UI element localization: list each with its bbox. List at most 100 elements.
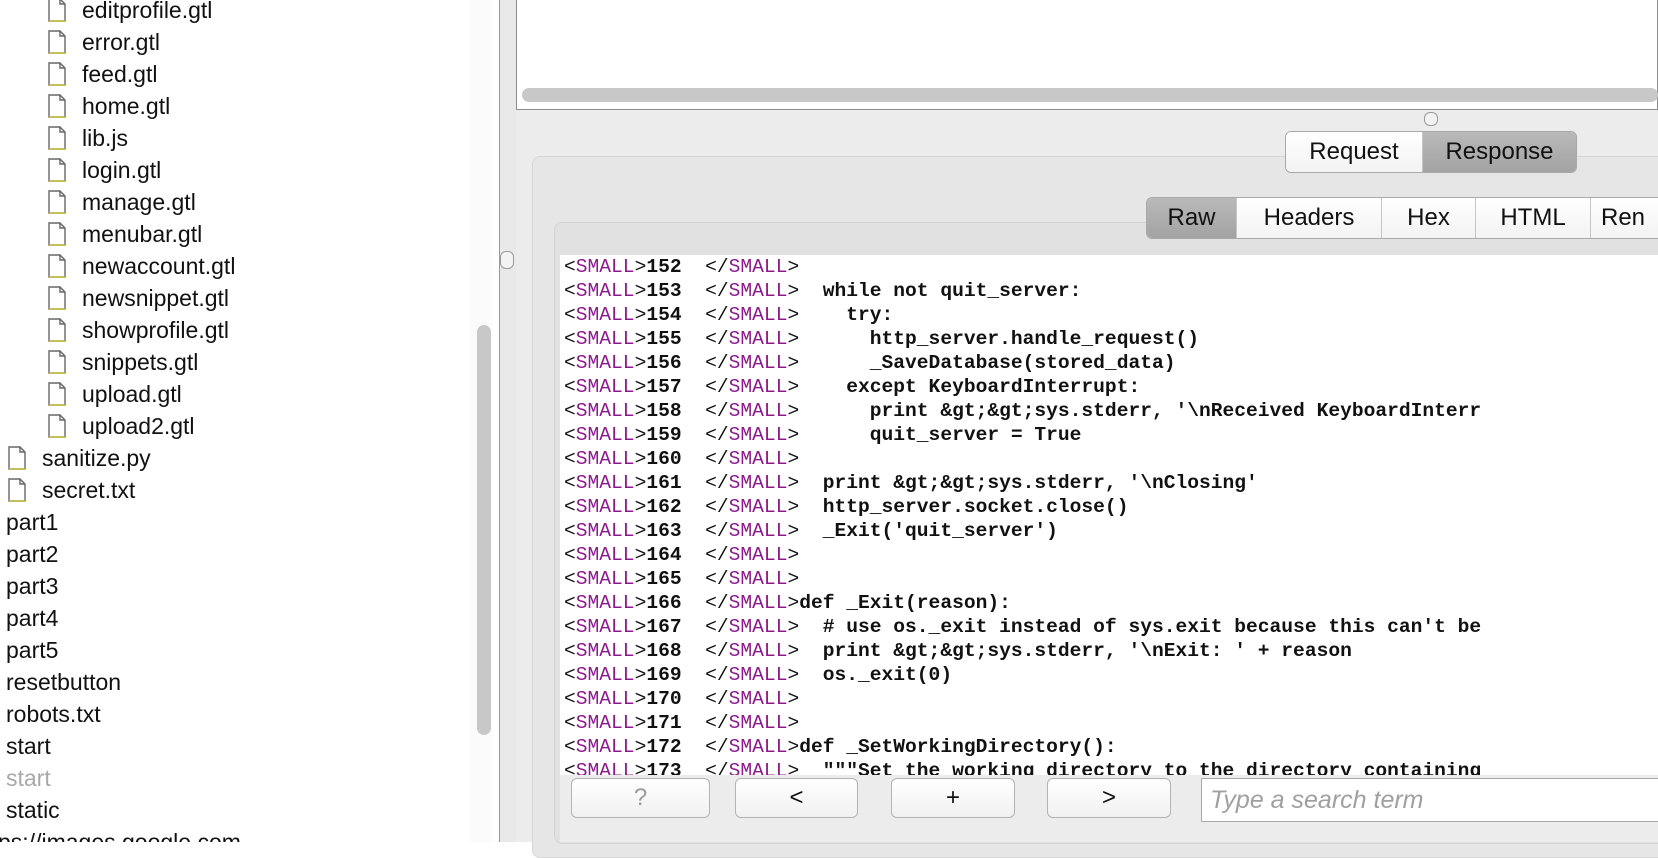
tree-item-file[interactable]: snippets.gtl <box>48 346 198 378</box>
tab-render[interactable]: Ren <box>1591 198 1658 238</box>
tab-raw[interactable]: Raw <box>1147 198 1237 238</box>
code-line: <SMALL>163 </SMALL> _Exit('quit_server') <box>564 520 1058 542</box>
tree-item-label: secret.txt <box>42 476 136 503</box>
tree-item-file[interactable]: error.gtl <box>48 26 160 58</box>
tree-item-label: editprofile.gtl <box>82 0 213 23</box>
tree-item-file[interactable]: upload2.gtl <box>48 410 195 442</box>
code-line: <SMALL>158 </SMALL> print &gt;&gt;sys.st… <box>564 400 1482 422</box>
code-line: <SMALL>169 </SMALL> os._exit(0) <box>564 664 953 686</box>
tree-item-label: part4 <box>6 604 59 631</box>
vertical-splitter[interactable] <box>499 0 517 842</box>
tree-item-folder[interactable]: robots.txt <box>6 698 101 730</box>
tree-item-label: error.gtl <box>82 28 160 55</box>
tree-item-label: feed.gtl <box>82 60 158 87</box>
code-line: <SMALL>155 </SMALL> http_server.handle_r… <box>564 328 1199 350</box>
help-button[interactable]: ? <box>571 778 710 818</box>
request-response-toggle: Request Response <box>1285 131 1577 173</box>
tree-item-file[interactable]: newsnippet.gtl <box>48 282 229 314</box>
tree-item-label: start <box>6 732 51 759</box>
tree-item-label: resetbutton <box>6 668 122 695</box>
file-tree-panel: editprofile.gtl error.gtl feed.gtl home.gtl… <box>0 0 492 842</box>
tree-item-label: snippets.gtl <box>82 348 199 375</box>
tree-item-file[interactable]: manage.gtl <box>48 186 196 218</box>
tree-item-label: sanitize.py <box>42 444 151 471</box>
tree-item-file[interactable]: showprofile.gtl <box>48 314 229 346</box>
tree-item-label: menubar.gtl <box>82 220 203 247</box>
history-horizontal-scrollbar[interactable] <box>522 88 1658 102</box>
tree-item-label: newsnippet.gtl <box>82 284 230 311</box>
tree-item-label: showprofile.gtl <box>82 316 230 343</box>
tree-item-label: newaccount.gtl <box>82 252 236 279</box>
code-line: <SMALL>162 </SMALL> http_server.socket.c… <box>564 496 1129 518</box>
tree-item-file[interactable]: sanitize.py <box>8 442 151 474</box>
file-icon <box>48 126 66 150</box>
tree-item-file[interactable]: feed.gtl <box>48 58 157 90</box>
code-line: <SMALL>154 </SMALL> try: <box>564 304 894 326</box>
tree-scrollbar[interactable] <box>477 325 491 735</box>
tree-item-folder[interactable]: part1 <box>6 506 58 538</box>
file-icon <box>48 414 66 438</box>
tree-item-folder[interactable]: start <box>6 730 51 762</box>
tree-item-file[interactable]: login.gtl <box>48 154 161 186</box>
code-line: <SMALL>160 </SMALL> <box>564 448 800 470</box>
code-line: <SMALL>157 </SMALL> except KeyboardInter… <box>564 376 1141 398</box>
file-icon <box>48 158 66 182</box>
file-icon <box>48 94 66 118</box>
file-icon <box>48 0 66 22</box>
tree-item-folder[interactable]: part5 <box>6 634 58 666</box>
code-line: <SMALL>167 </SMALL> # use os._exit inste… <box>564 616 1482 638</box>
splitter-handle[interactable] <box>500 251 514 269</box>
tree-item-folder[interactable]: part3 <box>6 570 58 602</box>
file-icon <box>48 222 66 246</box>
file-icon <box>8 478 26 502</box>
tree-item-folder[interactable]: resetbutton <box>6 666 121 698</box>
tree-item-label: home.gtl <box>82 92 171 119</box>
file-icon <box>8 446 26 470</box>
file-icon <box>48 254 66 278</box>
tree-item-label: login.gtl <box>82 156 162 183</box>
tree-item-folder[interactable]: start <box>6 762 51 794</box>
tree-item-label: lib.js <box>82 124 129 151</box>
tree-item-file[interactable]: editprofile.gtl <box>48 0 212 26</box>
previous-match-button[interactable]: < <box>735 778 858 818</box>
tree-item-label: part3 <box>6 572 59 599</box>
tab-headers[interactable]: Headers <box>1237 198 1382 238</box>
tree-item-file[interactable]: secret.txt <box>8 474 135 506</box>
tree-item-file[interactable]: home.gtl <box>48 90 170 122</box>
tree-item-label: upload2.gtl <box>82 412 195 439</box>
tree-item-folder[interactable]: part4 <box>6 602 58 634</box>
response-format-tabs: Raw Headers Hex HTML Ren <box>1146 197 1658 239</box>
file-icon <box>48 30 66 54</box>
code-line: <SMALL>164 </SMALL> <box>564 544 800 566</box>
next-match-button[interactable]: > <box>1047 778 1171 818</box>
response-tab[interactable]: Response <box>1423 132 1576 172</box>
file-icon <box>48 62 66 86</box>
tree-item-folder[interactable]: part2 <box>6 538 58 570</box>
request-tab[interactable]: Request <box>1286 132 1423 172</box>
file-icon <box>48 318 66 342</box>
tree-item-folder[interactable]: ps://images.google.com <box>0 826 241 843</box>
raw-response-code[interactable]: <SMALL>152 </SMALL> <SMALL>153 </SMALL> w… <box>560 255 1658 775</box>
tab-html[interactable]: HTML <box>1476 198 1591 238</box>
tree-item-folder[interactable]: static <box>6 794 60 826</box>
tree-item-file[interactable]: lib.js <box>48 122 128 154</box>
search-input[interactable] <box>1201 778 1658 822</box>
tree-item-label: start <box>6 764 51 791</box>
code-line: <SMALL>170 </SMALL> <box>564 688 800 710</box>
tree-item-file[interactable]: newaccount.gtl <box>48 250 235 282</box>
file-icon <box>48 382 66 406</box>
code-line: <SMALL>168 </SMALL> print &gt;&gt;sys.st… <box>564 640 1352 662</box>
file-icon <box>48 286 66 310</box>
tree-item-label: static <box>6 796 60 823</box>
tree-item-label: part2 <box>6 540 59 567</box>
tree-item-label: robots.txt <box>6 700 101 727</box>
file-icon <box>48 190 66 214</box>
code-line: <SMALL>166 </SMALL>def _Exit(reason): <box>564 592 1011 614</box>
horizontal-splitter-handle[interactable] <box>1424 112 1438 126</box>
add-button[interactable]: + <box>891 778 1015 818</box>
tree-item-file[interactable]: menubar.gtl <box>48 218 202 250</box>
tree-item-label: ps://images.google.com <box>0 828 241 843</box>
tree-item-file[interactable]: upload.gtl <box>48 378 182 410</box>
code-line: <SMALL>161 </SMALL> print &gt;&gt;sys.st… <box>564 472 1258 494</box>
tab-hex[interactable]: Hex <box>1382 198 1476 238</box>
